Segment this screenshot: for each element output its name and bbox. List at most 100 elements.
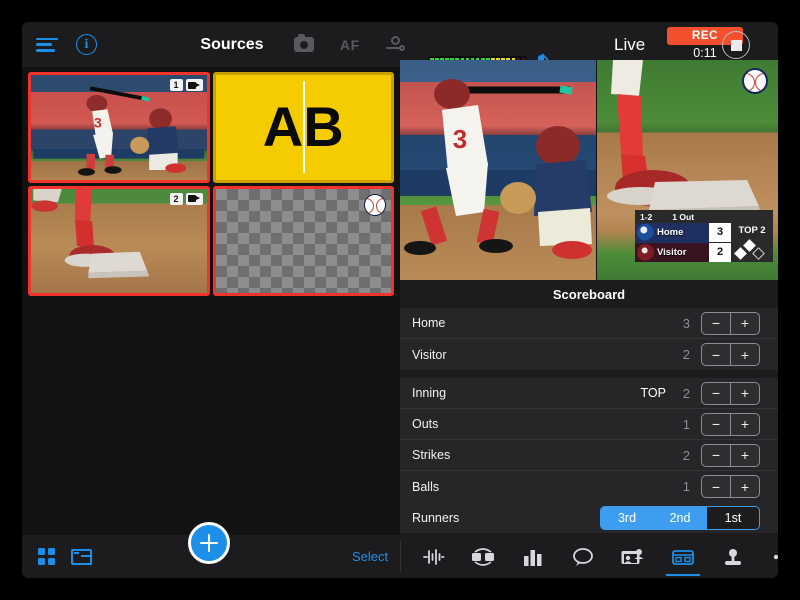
scoreboard-row: Inning TOP 2− +: [400, 378, 778, 409]
row-value: 1: [682, 416, 690, 432]
info-icon[interactable]: i: [76, 34, 97, 55]
add-source-button[interactable]: [188, 522, 230, 564]
program-monitor[interactable]: 1-2 1 Out NCAA Home Visitor 3: [597, 60, 778, 280]
source-tile-ab-graphic[interactable]: A B: [212, 72, 394, 183]
picture-in-picture-icon[interactable]: [71, 548, 92, 565]
decrement-button[interactable]: −: [702, 344, 730, 365]
increment-button[interactable]: +: [731, 383, 759, 404]
runner-option-2nd[interactable]: 2nd: [654, 506, 706, 529]
increment-button[interactable]: +: [731, 344, 759, 365]
overlay-outs: 1 Out: [672, 211, 695, 222]
sources-panel: 3 1 A B 2: [22, 67, 400, 535]
bottom-toolbar: Select: [22, 522, 778, 578]
decrement-button[interactable]: −: [702, 313, 730, 334]
info-glyph: i: [76, 34, 97, 55]
row-value: 3: [682, 315, 690, 331]
ab-label-a: A: [262, 95, 304, 159]
row-stepper[interactable]: − +: [701, 311, 760, 335]
runners-segmented-control[interactable]: 3rd 2nd 1st: [600, 505, 760, 530]
source-2-number: 2: [169, 192, 183, 205]
base-indicator-third: [734, 247, 747, 260]
scoreboard-row: Balls 1− +: [400, 471, 778, 502]
af-label[interactable]: AF: [340, 37, 360, 53]
row-stepper[interactable]: − +: [701, 381, 760, 405]
ab-label-b: B: [303, 95, 344, 159]
scoreboard-row: Home 3− +: [400, 308, 778, 339]
runner-option-1st[interactable]: 1st: [707, 506, 759, 529]
tool-transition[interactable]: [458, 535, 508, 578]
focus-person-icon[interactable]: [385, 35, 406, 54]
svg-text:3: 3: [453, 124, 467, 154]
page-title: Sources: [200, 35, 264, 53]
scoreboard-group-count: Inning TOP 2− + Outs 1− + Strikes 2− + Balls 1− +: [400, 378, 778, 502]
source-2-badges: 2: [169, 192, 203, 205]
scoreboard-control-panel: Scoreboard Home 3− + Visitor 2− + Inning TOP 2−…: [400, 280, 778, 535]
row-stepper[interactable]: − +: [701, 343, 760, 366]
overlay-inning: TOP 2: [738, 225, 766, 236]
scoreboard-row: Visitor 2− +: [400, 339, 778, 370]
tool-ptz[interactable]: [708, 535, 758, 578]
increment-button[interactable]: +: [731, 445, 759, 466]
stop-record-button[interactable]: [722, 31, 750, 59]
row-sub-value: TOP: [640, 386, 666, 400]
baseball-icon: [364, 193, 386, 216]
overlay-visitor-score: 2: [709, 242, 731, 262]
base-indicator-first: [752, 247, 765, 260]
row-stepper[interactable]: − +: [701, 475, 760, 498]
svg-text:3: 3: [94, 115, 102, 131]
overlay-home-name: Home: [657, 227, 684, 239]
decrement-button[interactable]: −: [702, 383, 730, 404]
tool-strip: [408, 535, 778, 578]
preview-monitor[interactable]: 3: [400, 60, 596, 280]
tablet-device-frame: i Sources AF Live REC 0:11 3 1 A B 2 3 1…: [0, 0, 800, 600]
video-camera-icon: [185, 79, 203, 91]
source-1-badges: 1: [169, 79, 203, 91]
overlay-team-names: NCAA Home Visitor: [635, 223, 709, 262]
row-value: 1: [682, 479, 690, 494]
overlay-inning-bases: TOP 2: [731, 223, 773, 262]
ab-divider: [303, 81, 306, 174]
runner-option-3rd[interactable]: 3rd: [601, 506, 653, 529]
program-scoreboard-overlay: 1-2 1 Out NCAA Home Visitor 3: [635, 210, 773, 262]
sources-grid: 3 1 A B 2: [28, 72, 394, 296]
row-value: 2: [682, 347, 690, 362]
source-tile-scoreboard[interactable]: [212, 185, 394, 296]
row-stepper[interactable]: − +: [701, 443, 760, 467]
tool-guests[interactable]: [608, 535, 658, 578]
source-tile-1[interactable]: 3 1: [28, 72, 210, 183]
grid-layout-icon[interactable]: [38, 548, 55, 565]
decrement-button[interactable]: −: [702, 476, 730, 497]
row-value: 2: [682, 385, 690, 401]
tool-scoreboard[interactable]: [658, 535, 708, 578]
increment-button[interactable]: +: [731, 313, 759, 334]
overlay-scores: 3 2: [709, 223, 731, 262]
increment-button[interactable]: +: [731, 476, 759, 497]
add-plus-icon: [200, 534, 218, 552]
tool-more[interactable]: [758, 535, 778, 578]
decrement-button[interactable]: −: [702, 414, 730, 435]
increment-button[interactable]: +: [731, 414, 759, 435]
scoreboard-row: Strikes 2− +: [400, 440, 778, 471]
tool-audio[interactable]: [408, 535, 458, 578]
overlay-count: 1-2: [640, 211, 653, 222]
row-stepper[interactable]: − +: [701, 412, 760, 436]
panel-divider: [400, 370, 778, 378]
hamburger-icon[interactable]: [36, 37, 58, 52]
scoreboard-row: Outs 1− +: [400, 409, 778, 440]
home-team-logo-icon: [637, 224, 654, 242]
camera-icon[interactable]: [294, 34, 314, 52]
tool-comments[interactable]: [558, 535, 608, 578]
stop-square-icon: [730, 39, 742, 51]
visitor-team-logo-icon: [637, 243, 654, 261]
scoreboard-group-score: Home 3− + Visitor 2− +: [400, 308, 778, 370]
source-1-number: 1: [169, 79, 183, 91]
scoreboard-panel-title: Scoreboard: [400, 280, 778, 308]
overlay-home-score: 3: [709, 223, 731, 243]
overlay-top-row: 1-2 1 Out: [635, 210, 773, 223]
select-button[interactable]: Select: [352, 549, 388, 564]
program-baseball-icon: [742, 68, 768, 94]
row-value: 2: [682, 447, 690, 463]
decrement-button[interactable]: −: [702, 445, 730, 466]
tool-graphics[interactable]: [508, 535, 558, 578]
source-tile-2[interactable]: 2: [28, 185, 210, 296]
